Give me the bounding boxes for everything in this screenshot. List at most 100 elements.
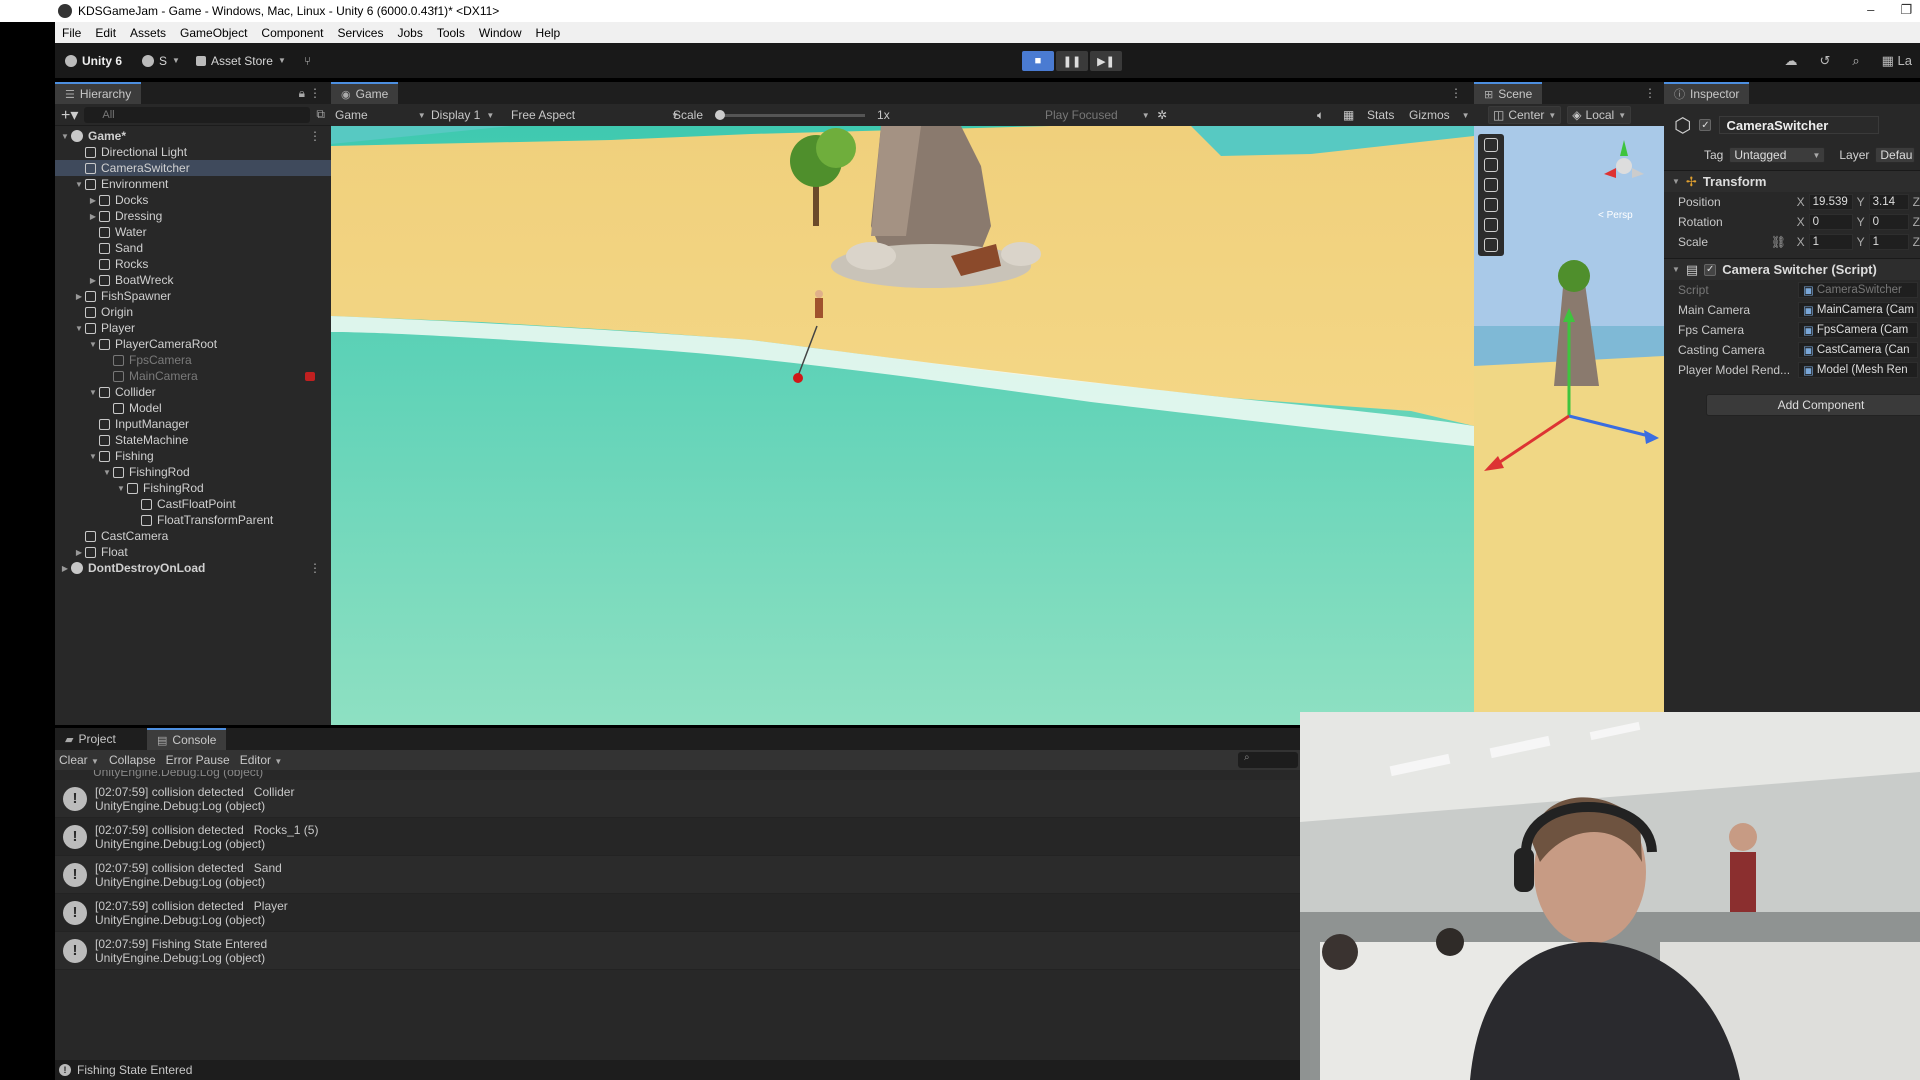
chevron-down-icon[interactable]: ▼	[87, 388, 99, 397]
console-search-input[interactable]: ⌕	[1238, 752, 1298, 768]
position-x-field[interactable]: 19.539	[1808, 194, 1853, 210]
layer-dropdown[interactable]: Defau	[1875, 147, 1916, 163]
menu-services[interactable]: Services	[330, 26, 390, 40]
menu-gameobject[interactable]: GameObject	[173, 26, 254, 40]
hierarchy-item[interactable]: ▶ Float	[55, 544, 331, 560]
hierarchy-item[interactable]: ▶ BoatWreck	[55, 272, 331, 288]
scale-x-field[interactable]: 1	[1808, 234, 1853, 250]
add-icon[interactable]: +▾	[61, 105, 78, 125]
console-log-entry[interactable]: ! [02:07:59] collision detected Collider U…	[55, 780, 1300, 818]
tag-dropdown[interactable]: Untagged ▼	[1729, 147, 1826, 163]
chevron-down-icon[interactable]: ▼	[87, 452, 99, 461]
account-dropdown[interactable]: S ▼	[142, 54, 180, 68]
rotation-y-field[interactable]: 0	[1868, 214, 1909, 230]
collapse-button[interactable]: Collapse	[109, 753, 156, 767]
hierarchy-item[interactable]: InputManager	[55, 416, 331, 432]
more-options-icon[interactable]: ⋮	[309, 561, 321, 575]
chevron-down-icon[interactable]: ▼	[73, 324, 85, 333]
status-message[interactable]: Fishing State Entered	[77, 1063, 192, 1077]
editor-dropdown[interactable]: Editor ▼	[240, 753, 283, 767]
console-log-entry[interactable]: ! [02:07:59] collision detected Rocks_1 (…	[55, 818, 1300, 856]
game-mode-dropdown[interactable]: Game ▼	[335, 108, 426, 122]
hierarchy-item[interactable]: Rocks	[55, 256, 331, 272]
menu-component[interactable]: Component	[254, 26, 330, 40]
transform-tool-icon[interactable]	[1484, 238, 1498, 252]
stats-button[interactable]: Stats	[1367, 108, 1394, 122]
chevron-down-icon[interactable]: ▼	[87, 340, 99, 349]
hierarchy-item[interactable]: StateMachine	[55, 432, 331, 448]
more-options-icon[interactable]: ⋮	[1644, 86, 1656, 100]
hierarchy-item[interactable]: ▶ DontDestroyOnLoad ⋮	[55, 560, 331, 576]
menu-jobs[interactable]: Jobs	[390, 26, 429, 40]
minimize-button[interactable]: –	[1867, 2, 1874, 18]
console-log-entry[interactable]: ! [02:07:59] collision detected Player Uni…	[55, 894, 1300, 932]
space-dropdown[interactable]: ◈ Local ▼	[1567, 106, 1632, 124]
hierarchy-item[interactable]: ▼ FishingRod	[55, 464, 331, 480]
tab-hierarchy[interactable]: ☰ Hierarchy	[55, 82, 142, 104]
camera-switcher-component-header[interactable]: ▼ ▤ ✓ Camera Switcher (Script)	[1664, 258, 1920, 280]
chevron-right-icon[interactable]: ▶	[73, 548, 85, 557]
hierarchy-item[interactable]: ▼ Player	[55, 320, 331, 336]
scale-y-field[interactable]: 1	[1868, 234, 1909, 250]
restore-button[interactable]: ❐	[1900, 2, 1912, 18]
chevron-right-icon[interactable]: ▶	[87, 276, 99, 285]
rotate-tool-icon[interactable]	[1484, 178, 1498, 192]
chevron-down-icon[interactable]: ▼	[73, 180, 85, 189]
more-options-icon[interactable]: ⋮	[309, 86, 321, 100]
pivot-dropdown[interactable]: ◫ Center ▼	[1488, 106, 1562, 124]
hierarchy-item[interactable]: ▼ FishingRod	[55, 480, 331, 496]
hierarchy-item[interactable]: Origin	[55, 304, 331, 320]
hierarchy-item[interactable]: FloatTransformParent	[55, 512, 331, 528]
unity-account-menu[interactable]: Unity 6	[65, 54, 122, 68]
hierarchy-item[interactable]: ▶ Dressing	[55, 208, 331, 224]
hierarchy-item[interactable]: ▼ Collider	[55, 384, 331, 400]
hierarchy-item[interactable]: FpsCamera	[55, 352, 331, 368]
object-reference-field[interactable]: ▣ FpsCamera (Cam	[1798, 322, 1918, 338]
active-checkbox[interactable]: ✓	[1699, 119, 1712, 131]
cloud-icon[interactable]: ☁	[1784, 53, 1797, 69]
tab-console[interactable]: ▤ Console	[147, 728, 227, 750]
lock-icon[interactable]: 🔒︎	[299, 86, 305, 101]
rect-tool-icon[interactable]	[1484, 218, 1498, 232]
step-button[interactable]: ▶❚	[1090, 51, 1122, 71]
version-control-button[interactable]: ⑂	[304, 54, 311, 68]
menu-assets[interactable]: Assets	[123, 26, 173, 40]
stop-button[interactable]: ■	[1022, 51, 1054, 71]
persp-label[interactable]: < Persp	[1598, 210, 1633, 221]
hierarchy-item[interactable]: CastFloatPoint	[55, 496, 331, 512]
filter-icon[interactable]: ⧉	[316, 107, 325, 122]
chevron-down-icon[interactable]: ▼	[101, 468, 113, 477]
more-options-icon[interactable]: ⋮	[309, 129, 321, 143]
link-icon[interactable]: ⛓	[1771, 235, 1797, 249]
hierarchy-item[interactable]: Model	[55, 400, 331, 416]
display-dropdown[interactable]: Display 1 ▼	[431, 108, 494, 122]
component-enabled-checkbox[interactable]: ✓	[1704, 263, 1717, 276]
object-reference-field[interactable]: ▣ MainCamera (Cam	[1798, 302, 1918, 318]
menu-window[interactable]: Window	[472, 26, 529, 40]
rotation-x-field[interactable]: 0	[1808, 214, 1853, 230]
tab-project[interactable]: ▰ Project	[55, 728, 147, 750]
gizmos-button[interactable]: Gizmos ▼	[1409, 108, 1470, 122]
chevron-down-icon[interactable]: ▼	[59, 132, 71, 141]
more-options-icon[interactable]: ⋮	[1450, 86, 1462, 100]
hierarchy-item[interactable]: ▶ FishSpawner	[55, 288, 331, 304]
hierarchy-item[interactable]: ▶ Docks	[55, 192, 331, 208]
history-icon[interactable]: ↺	[1819, 53, 1830, 69]
stats-icon[interactable]: ▦	[1343, 108, 1354, 122]
tab-game[interactable]: ◉ Game	[331, 82, 399, 104]
hierarchy-item[interactable]: ▼ Environment	[55, 176, 331, 192]
transform-component-header[interactable]: ▼ ✢ Transform	[1664, 170, 1920, 192]
object-reference-field[interactable]: ▣ Model (Mesh Ren	[1798, 362, 1918, 378]
object-name-field[interactable]: CameraSwitcher	[1719, 116, 1880, 134]
clear-button[interactable]: Clear ▼	[59, 753, 99, 767]
menu-edit[interactable]: Edit	[88, 26, 123, 40]
chevron-right-icon[interactable]: ▶	[59, 564, 71, 573]
pause-button[interactable]: ❚❚	[1056, 51, 1088, 71]
hierarchy-item[interactable]: ▼ Fishing	[55, 448, 331, 464]
add-component-button[interactable]: Add Component	[1706, 394, 1920, 416]
hierarchy-item[interactable]: CastCamera	[55, 528, 331, 544]
scale-tool-icon[interactable]	[1484, 198, 1498, 212]
menu-help[interactable]: Help	[529, 26, 568, 40]
chevron-right-icon[interactable]: ▶	[73, 292, 85, 301]
search-icon[interactable]: ⌕	[1852, 53, 1859, 69]
